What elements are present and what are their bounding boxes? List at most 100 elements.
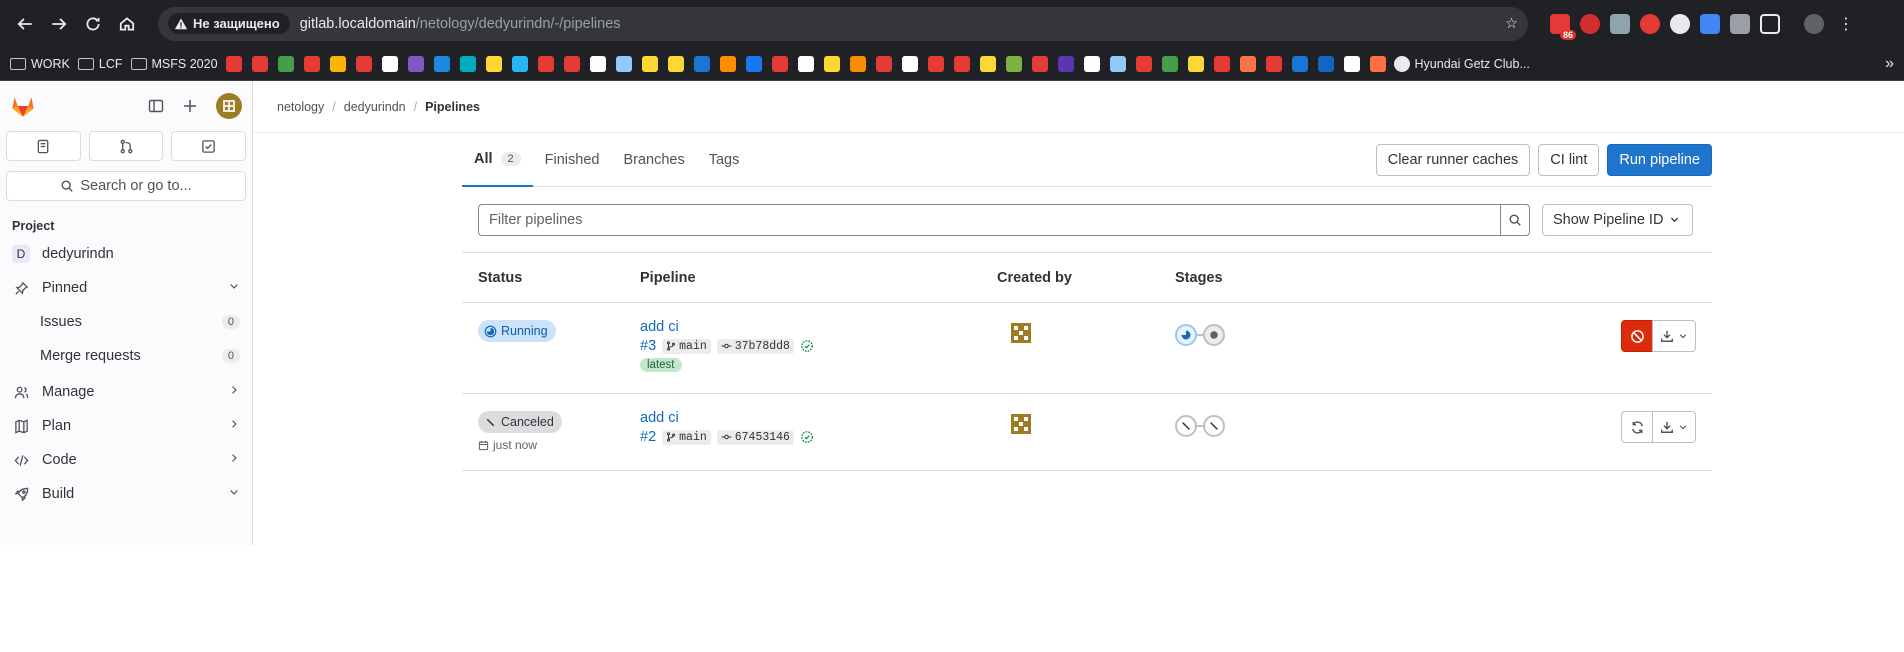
bookmark-favicon-icon[interactable]: [797, 55, 814, 72]
reload-icon[interactable]: [76, 7, 110, 41]
bookmark-favicon-icon[interactable]: [1317, 55, 1334, 72]
bookmark-favicon-icon[interactable]: [355, 55, 372, 72]
sidebar-item-pinned[interactable]: Pinned: [0, 271, 252, 305]
stage-canceled-icon[interactable]: [1175, 415, 1197, 437]
tab-tags[interactable]: Tags: [697, 133, 752, 187]
bookmark-folder-work[interactable]: WORK: [10, 57, 70, 71]
bookmark-favicon-icon[interactable]: [459, 55, 476, 72]
home-icon[interactable]: [110, 7, 144, 41]
bookmark-folder-lcf[interactable]: LCF: [77, 57, 123, 71]
branch-ref[interactable]: main: [662, 338, 711, 354]
adblock-icon[interactable]: [1640, 13, 1660, 34]
address-bar[interactable]: Не защищено gitlab.localdomain/netology/…: [158, 6, 1528, 41]
sidebar-item-merge-requests[interactable]: Merge requests 0: [0, 339, 252, 373]
sidebar-item-issues[interactable]: Issues 0: [0, 305, 252, 339]
bookmark-hyundai[interactable]: Hyundai Getz Club...: [1393, 55, 1530, 72]
sidebar-item-code[interactable]: Code: [0, 443, 252, 477]
ci-lint-button[interactable]: CI lint: [1538, 143, 1600, 176]
sidebar-search-button[interactable]: Search or go to...: [6, 171, 246, 201]
stage-canceled-icon[interactable]: [1203, 415, 1225, 437]
bookmark-favicon-icon[interactable]: [433, 55, 450, 72]
bookmark-favicon-icon[interactable]: [979, 55, 996, 72]
extension-icon[interactable]: 86: [1550, 13, 1576, 40]
gitlab-logo-icon[interactable]: [10, 93, 36, 119]
extension-icon[interactable]: [1610, 13, 1630, 34]
run-pipeline-button[interactable]: Run pipeline: [1607, 143, 1712, 176]
bookmark-favicon-icon[interactable]: [303, 55, 320, 72]
bookmark-favicon-icon[interactable]: [511, 55, 528, 72]
bookmark-favicon-icon[interactable]: [641, 55, 658, 72]
creator-avatar[interactable]: [1005, 317, 1037, 349]
extension-icon[interactable]: [1580, 13, 1600, 34]
extension-icon[interactable]: [1670, 13, 1690, 34]
bookmark-star-icon[interactable]: ☆: [1505, 16, 1518, 32]
user-avatar[interactable]: [216, 93, 242, 119]
pipeline-id-link[interactable]: #2: [640, 429, 656, 445]
bookmark-favicon-icon[interactable]: [693, 55, 710, 72]
bookmark-favicon-icon[interactable]: [719, 55, 736, 72]
bookmark-favicon-icon[interactable]: [1005, 55, 1022, 72]
branch-ref[interactable]: main: [662, 429, 711, 445]
cancel-pipeline-button[interactable]: [1621, 320, 1653, 352]
translate-icon[interactable]: [1700, 13, 1720, 34]
creator-avatar[interactable]: [1005, 408, 1037, 440]
security-chip[interactable]: Не защищено: [168, 13, 290, 34]
filter-search-button[interactable]: [1500, 203, 1530, 236]
bookmarks-overflow-icon[interactable]: »: [1885, 55, 1894, 73]
sidebar-item-build[interactable]: Build: [0, 477, 252, 511]
stage-created-icon[interactable]: [1203, 324, 1225, 346]
browser-menu-icon[interactable]: ⋮: [1838, 14, 1854, 34]
bookmark-favicon-icon[interactable]: [1161, 55, 1178, 72]
breadcrumb-group[interactable]: netology: [277, 100, 324, 114]
show-pipeline-id-dropdown[interactable]: Show Pipeline ID: [1542, 203, 1693, 236]
stage-running-icon[interactable]: [1175, 324, 1197, 346]
puzzle-icon[interactable]: [1760, 13, 1780, 34]
clear-runner-caches-button[interactable]: Clear runner caches: [1375, 143, 1531, 176]
breadcrumb-current[interactable]: Pipelines: [425, 100, 480, 114]
tab-branches[interactable]: Branches: [611, 133, 696, 187]
commit-sha[interactable]: 37b78dd8: [716, 338, 794, 354]
bookmark-favicon-icon[interactable]: [277, 55, 294, 72]
pipeline-id-link[interactable]: #3: [640, 338, 656, 354]
bookmark-favicon-icon[interactable]: [1109, 55, 1126, 72]
bookmark-favicon-icon[interactable]: [1291, 55, 1308, 72]
bookmark-favicon-icon[interactable]: [849, 55, 866, 72]
tab-all[interactable]: All 2: [462, 133, 533, 187]
bookmark-favicon-icon[interactable]: [953, 55, 970, 72]
commit-sha[interactable]: 67453146: [716, 429, 794, 445]
bookmark-favicon-icon[interactable]: [1369, 55, 1386, 72]
download-artifacts-dropdown[interactable]: [1652, 320, 1696, 352]
bookmark-favicon-icon[interactable]: [771, 55, 788, 72]
forward-icon[interactable]: [42, 7, 76, 41]
bookmark-favicon-icon[interactable]: [1031, 55, 1048, 72]
bookmark-favicon-icon[interactable]: [901, 55, 918, 72]
bookmark-favicon-icon[interactable]: [667, 55, 684, 72]
bookmark-favicon-icon[interactable]: [823, 55, 840, 72]
bookmark-favicon-icon[interactable]: [1135, 55, 1152, 72]
bookmark-favicon-icon[interactable]: [381, 55, 398, 72]
sidebar-toggle-icon[interactable]: [148, 98, 164, 114]
bookmark-favicon-icon[interactable]: [251, 55, 268, 72]
bookmark-favicon-icon[interactable]: [537, 55, 554, 72]
sidebar-item-manage[interactable]: Manage: [0, 375, 252, 409]
filter-pipelines-input[interactable]: Filter pipelines: [478, 203, 1500, 236]
assigned-issues-button[interactable]: [6, 131, 81, 161]
bookmark-favicon-icon[interactable]: [875, 55, 892, 72]
extension-icon[interactable]: [1730, 13, 1750, 34]
bookmark-favicon-icon[interactable]: [1343, 55, 1360, 72]
commit-title-link[interactable]: add ci: [640, 409, 997, 427]
bookmark-favicon-icon[interactable]: [563, 55, 580, 72]
bookmark-favicon-icon[interactable]: [1187, 55, 1204, 72]
bookmark-favicon-icon[interactable]: [1239, 55, 1256, 72]
create-new-icon[interactable]: [182, 98, 198, 114]
bookmark-favicon-icon[interactable]: [1265, 55, 1282, 72]
bookmark-favicon-icon[interactable]: [589, 55, 606, 72]
profile-avatar[interactable]: [1804, 13, 1824, 34]
sidebar-item-project[interactable]: D dedyurindn: [0, 237, 252, 271]
bookmark-favicon-icon[interactable]: [1213, 55, 1230, 72]
bookmark-favicon-icon[interactable]: [1057, 55, 1074, 72]
retry-pipeline-button[interactable]: [1621, 411, 1653, 443]
todo-list-button[interactable]: [171, 131, 247, 161]
download-artifacts-dropdown[interactable]: [1652, 411, 1696, 443]
commit-title-link[interactable]: add ci: [640, 318, 997, 336]
